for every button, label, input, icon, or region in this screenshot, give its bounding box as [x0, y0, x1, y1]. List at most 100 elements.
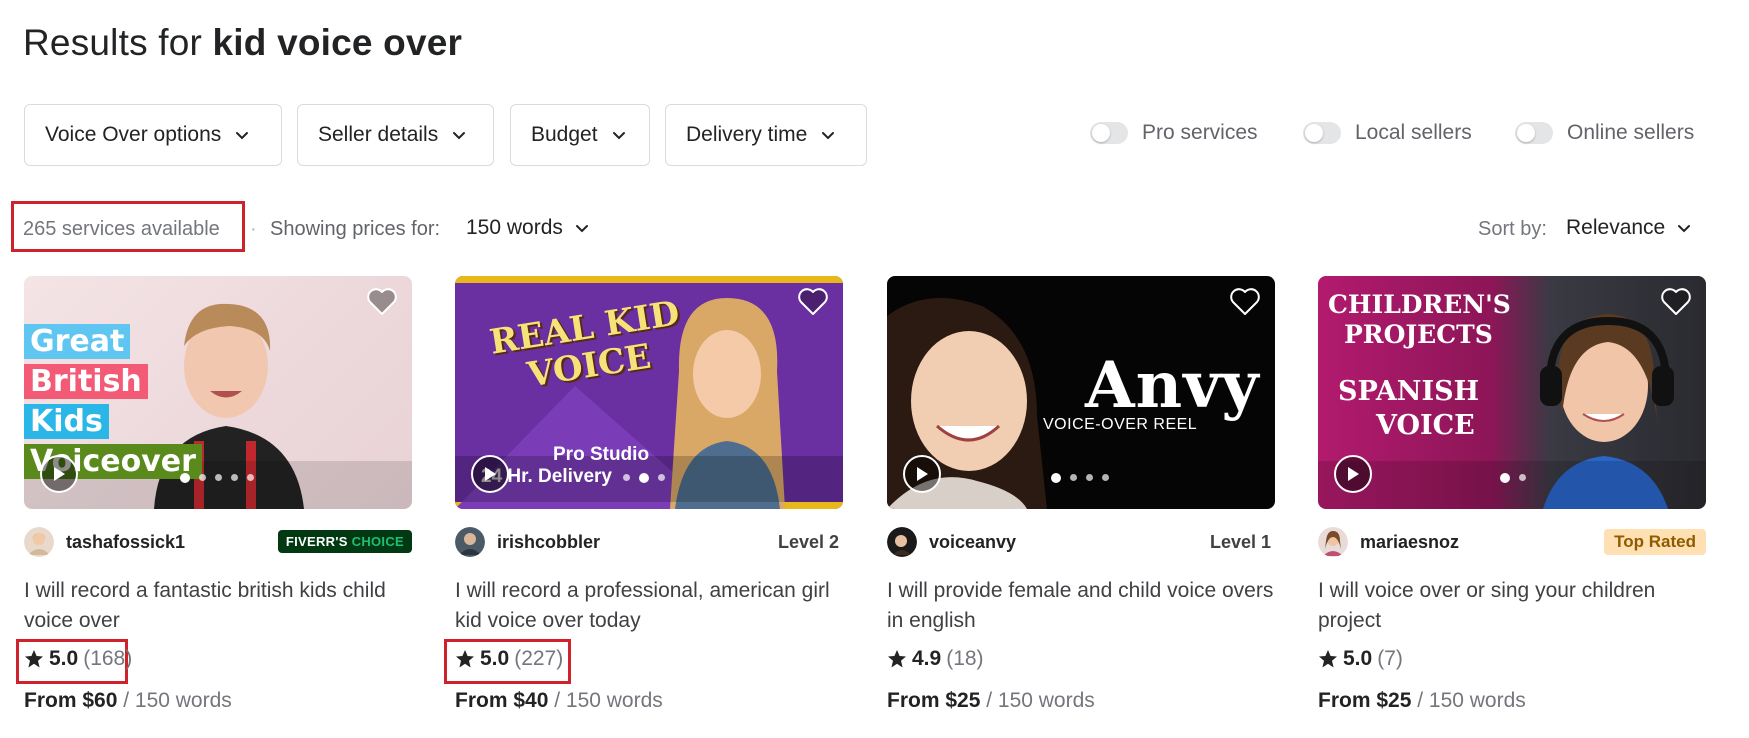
play-button[interactable]: [40, 455, 78, 493]
carousel-dots[interactable]: [623, 473, 665, 483]
thumb-text: SPANISH: [1338, 376, 1480, 407]
carousel-dots[interactable]: [1051, 473, 1109, 483]
gig-rating: 5.0 (227): [455, 647, 563, 671]
toggle-label: Pro services: [1142, 121, 1258, 144]
toggle-switch[interactable]: [1515, 122, 1553, 144]
play-button[interactable]: [471, 455, 509, 493]
seller-name[interactable]: tashafossick1: [66, 532, 185, 553]
thumb-text: PROJECTS: [1344, 320, 1493, 349]
badge-suffix: CHOICE: [351, 534, 404, 549]
price-unit: / 150 words: [123, 689, 232, 712]
price-value: From $25: [887, 689, 981, 712]
rating-score: 4.9: [912, 647, 942, 670]
sort-value: Relevance: [1566, 216, 1666, 239]
gig-thumbnail[interactable]: Great British Kids Voiceover: [24, 276, 412, 509]
chevron-down-icon: [575, 225, 588, 233]
gig-price: From $25 / 150 words: [1318, 689, 1526, 713]
heart-icon[interactable]: [1229, 286, 1261, 316]
toggle-label: Online sellers: [1567, 121, 1695, 144]
gig-price: From $60 / 150 words: [24, 689, 232, 713]
carousel-dots[interactable]: [1500, 473, 1526, 483]
star-icon: [456, 650, 474, 668]
gig-rating: 4.9 (18): [887, 647, 984, 671]
chevron-down-icon: [453, 132, 466, 140]
gig-card[interactable]: Great British Kids Voiceover tashafossic…: [16, 276, 412, 712]
sort-by-label: Sort by:: [1478, 218, 1547, 240]
star-icon: [25, 650, 43, 668]
avatar[interactable]: [887, 527, 917, 557]
filter-label: Seller details: [318, 123, 439, 146]
gig-price: From $40 / 150 words: [455, 689, 663, 713]
heart-icon[interactable]: [1660, 286, 1692, 316]
play-button[interactable]: [1334, 455, 1372, 493]
heart-icon[interactable]: [366, 286, 398, 316]
gig-thumbnail[interactable]: REAL KID VOICE Pro Studio 24 Hr. Deliver…: [455, 276, 843, 509]
thumb-text: Kids: [24, 404, 109, 439]
seller-row: voiceanvy Level 1: [887, 525, 1275, 559]
chevron-down-icon: [1678, 225, 1691, 233]
filter-delivery-time[interactable]: Delivery time: [665, 104, 867, 166]
heart-icon[interactable]: [797, 286, 829, 316]
page-title: Results for kid voice over: [23, 22, 462, 64]
gig-rating: 5.0 (7): [1318, 647, 1403, 671]
toggle-switch[interactable]: [1303, 122, 1341, 144]
top-rated-badge: Top Rated: [1604, 529, 1706, 555]
thumb-text: Pro Studio: [553, 444, 650, 465]
chevron-down-icon: [612, 132, 625, 140]
search-query: kid voice over: [212, 22, 463, 63]
avatar[interactable]: [455, 527, 485, 557]
seller-row: mariaesnoz Top Rated: [1318, 525, 1706, 559]
words-select[interactable]: 150 words: [466, 216, 589, 240]
separator: ·: [250, 218, 257, 240]
gig-card[interactable]: CHILDREN'S PROJECTS SPANISH VOICE mariae…: [1318, 276, 1706, 712]
play-icon: [485, 467, 496, 481]
results-prefix: Results for: [23, 22, 203, 63]
gig-thumbnail[interactable]: Anvy VOICE-OVER REEL: [887, 276, 1275, 509]
toggle-switch[interactable]: [1090, 122, 1128, 144]
toggle-online-sellers[interactable]: Online sellers: [1515, 121, 1694, 145]
carousel-dots[interactable]: [180, 473, 254, 483]
thumb-text: VOICE: [1376, 410, 1475, 441]
rating-score: 5.0: [1343, 647, 1373, 670]
chevron-down-icon: [822, 132, 835, 140]
rating-score: 5.0: [480, 647, 510, 670]
gig-title[interactable]: I will provide female and child voice ov…: [887, 576, 1279, 636]
filter-seller-details[interactable]: Seller details: [297, 104, 494, 166]
price-value: From $25: [1318, 689, 1412, 712]
showing-prices-label: Showing prices for:: [270, 218, 441, 240]
gig-title[interactable]: I will record a professional, american g…: [455, 576, 847, 636]
avatar[interactable]: [24, 527, 54, 557]
gig-card[interactable]: REAL KID VOICE Pro Studio 24 Hr. Deliver…: [444, 276, 843, 712]
gig-card[interactable]: Anvy VOICE-OVER REEL voiceanvy Level 1 I…: [887, 276, 1275, 712]
seller-level: Level 2: [777, 531, 839, 552]
gig-thumbnail[interactable]: CHILDREN'S PROJECTS SPANISH VOICE: [1318, 276, 1706, 509]
thumb-text: British: [24, 364, 148, 399]
toggle-local-sellers[interactable]: Local sellers: [1303, 121, 1472, 145]
review-count: (168): [83, 647, 133, 670]
sort-select[interactable]: Relevance: [1566, 216, 1691, 240]
words-value: 150 words: [466, 216, 563, 239]
toggle-pro-services[interactable]: Pro services: [1090, 121, 1258, 145]
gig-title[interactable]: I will voice over or sing your children …: [1318, 576, 1710, 636]
services-count: 265 services available: [23, 218, 220, 240]
avatar[interactable]: [1318, 527, 1348, 557]
star-icon: [888, 650, 906, 668]
filter-voice-over-options[interactable]: Voice Over options: [24, 104, 282, 166]
thumb-text: Anvy: [1085, 348, 1260, 423]
play-icon: [54, 467, 65, 481]
seller-row: tashafossick1 FIVERR'S CHOICE: [24, 525, 412, 559]
gig-title[interactable]: I will record a fantastic british kids c…: [24, 576, 416, 636]
gig-rating: 5.0 (168): [24, 647, 132, 671]
play-button[interactable]: [903, 455, 941, 493]
price-unit: / 150 words: [1417, 689, 1526, 712]
seller-name[interactable]: voiceanvy: [929, 532, 1016, 553]
filter-label: Delivery time: [686, 123, 808, 146]
seller-name[interactable]: irishcobbler: [497, 532, 600, 553]
seller-name[interactable]: mariaesnoz: [1360, 532, 1459, 553]
price-value: From $40: [455, 689, 549, 712]
thumb-text: VOICE-OVER REEL: [1043, 416, 1198, 433]
gig-price: From $25 / 150 words: [887, 689, 1095, 713]
filter-budget[interactable]: Budget: [510, 104, 650, 166]
chevron-down-icon: [236, 132, 249, 140]
star-icon: [1319, 650, 1337, 668]
